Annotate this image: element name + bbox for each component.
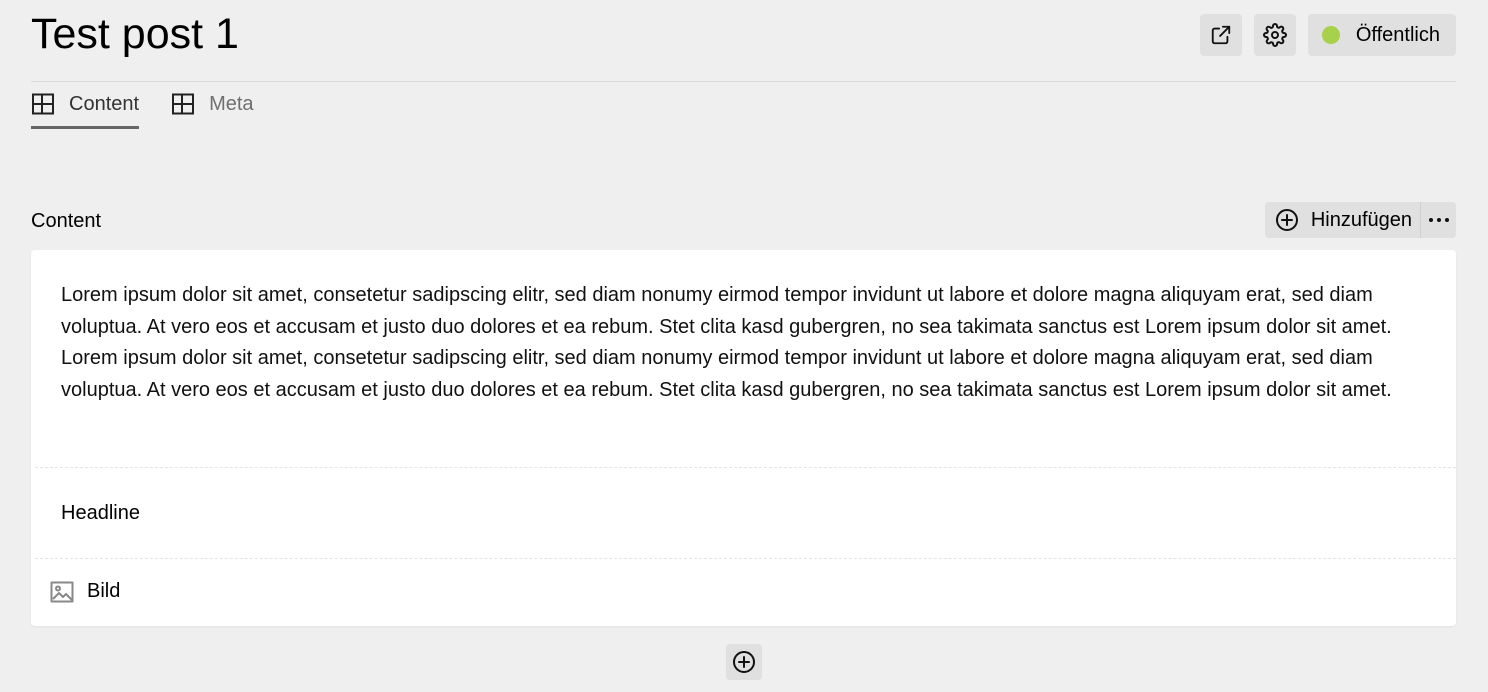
- block-separator: [35, 467, 1456, 468]
- settings-button[interactable]: [1253, 14, 1296, 56]
- image-icon: [50, 581, 74, 602]
- add-block-button[interactable]: Hinzufügen: [1265, 202, 1420, 238]
- external-link-icon: [1211, 25, 1231, 45]
- headline-block[interactable]: Headline: [61, 500, 140, 526]
- table-layout-icon: [32, 93, 54, 115]
- section-actions: Hinzufügen: [1264, 202, 1456, 238]
- content-card: Lorem ipsum dolor sit amet, consetetur s…: [31, 250, 1456, 626]
- plus-circle-icon: [1275, 209, 1298, 231]
- status-button[interactable]: Öffentlich: [1307, 14, 1456, 56]
- tab-meta-label: Meta: [209, 92, 254, 115]
- add-block-bottom-button[interactable]: [726, 644, 762, 680]
- table-layout-icon: [172, 93, 195, 115]
- tab-content[interactable]: Content: [31, 82, 140, 129]
- page: Test post 1 Öffentlich Content Meta Cont…: [0, 0, 1488, 692]
- more-options-button[interactable]: [1420, 202, 1456, 238]
- open-external-button[interactable]: [1199, 14, 1242, 56]
- text-block[interactable]: Lorem ipsum dolor sit amet, consetetur s…: [61, 280, 1432, 406]
- image-block-label: Bild: [87, 580, 121, 602]
- block-separator: [35, 558, 1456, 559]
- tab-content-label: Content: [69, 92, 140, 115]
- section-label: Content: [31, 210, 102, 232]
- status-label: Öffentlich: [1355, 23, 1440, 46]
- plus-circle-icon: [733, 651, 755, 673]
- image-block[interactable]: Bild: [50, 580, 120, 603]
- gear-icon: [1262, 23, 1287, 47]
- header-actions: Öffentlich: [1199, 14, 1456, 56]
- page-title: Test post 1: [31, 10, 239, 58]
- add-block-label: Hinzufügen: [1310, 208, 1412, 231]
- tab-bar: Content Meta: [31, 82, 254, 129]
- status-dot: [1321, 26, 1340, 44]
- more-dots-icon: [1428, 218, 1449, 222]
- tab-meta[interactable]: Meta: [171, 82, 254, 129]
